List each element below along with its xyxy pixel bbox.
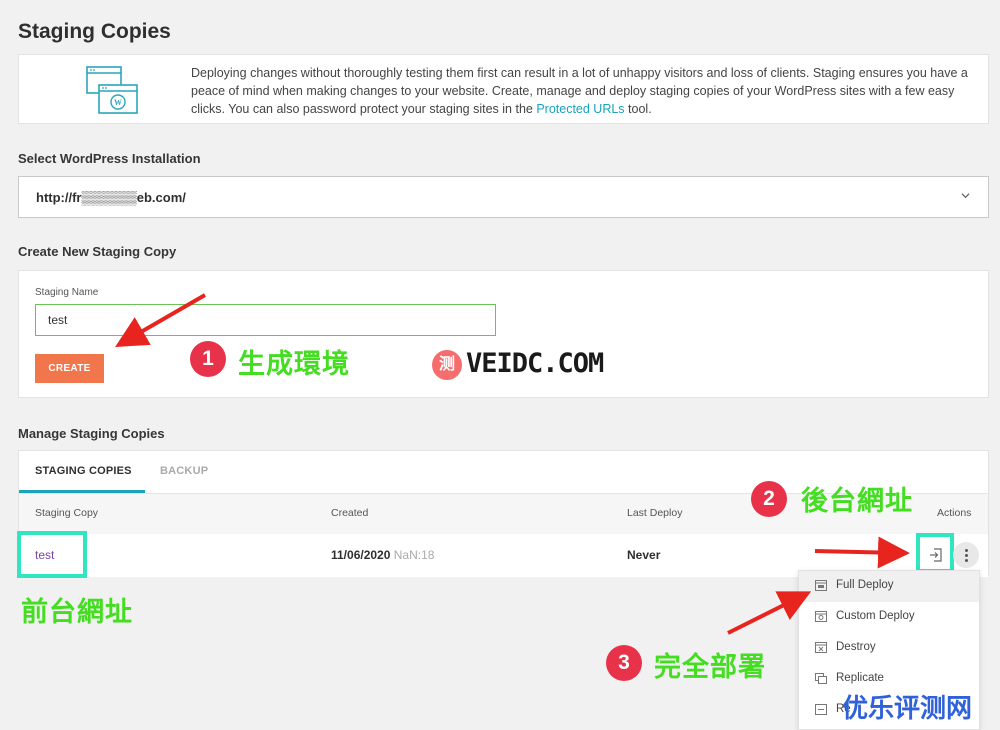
more-actions-button[interactable] — [953, 542, 979, 568]
full-deploy-icon — [815, 580, 827, 591]
destroy-icon — [815, 642, 827, 653]
column-header-staging-copy: Staging Copy — [35, 507, 99, 519]
manage-section-label: Manage Staging Copies — [18, 426, 165, 441]
replicate-icon — [815, 673, 827, 684]
svg-text:W: W — [114, 98, 122, 107]
create-button[interactable]: CREATE — [35, 354, 104, 383]
frontend-label: 前台網址 — [21, 597, 133, 627]
step-2-badge: 2 — [751, 481, 787, 517]
installation-label: Select WordPress Installation — [18, 151, 201, 166]
menu-item-custom-deploy[interactable]: Custom Deploy — [799, 602, 979, 633]
chevron-down-icon — [961, 193, 970, 199]
brand-watermark: 优乐评测网 — [842, 693, 973, 723]
menu-item-destroy[interactable]: Destroy — [799, 633, 979, 664]
protected-urls-link[interactable]: Protected URLs — [536, 102, 624, 116]
intro-description: Deploying changes without thoroughly tes… — [191, 66, 968, 116]
veidc-logo: 测 — [432, 350, 462, 380]
arrow-to-full-deploy — [727, 591, 812, 635]
admin-highlight-box — [916, 533, 954, 573]
column-header-last-deploy: Last Deploy — [627, 507, 683, 519]
column-header-created: Created — [331, 507, 369, 519]
menu-item-full-deploy[interactable]: Full Deploy — [799, 571, 979, 602]
step-3-label: 完全部署 — [654, 652, 766, 682]
step-1-label: 生成環境 — [238, 349, 350, 379]
step-3-badge: 3 — [606, 645, 642, 681]
staging-windows-icon: W — [86, 66, 138, 114]
frontend-highlight-box — [17, 531, 87, 578]
installation-selected-value: http://fr▒▒▒▒▒▒eb.com/ — [36, 190, 186, 205]
column-header-actions: Actions — [937, 507, 972, 519]
created-cell: 11/06/2020 NaN:18 — [331, 548, 435, 562]
staging-name-input[interactable] — [35, 304, 496, 336]
intro-card: W Deploying changes without thoroughly t… — [18, 54, 989, 124]
step-2-label: 後台網址 — [801, 486, 913, 516]
last-deploy-cell: Never — [627, 548, 661, 562]
custom-deploy-icon — [815, 611, 827, 622]
page-title: Staging Copies — [18, 20, 171, 43]
tab-staging-copies[interactable]: STAGING COPIES — [35, 465, 132, 477]
tab-backup[interactable]: BACKUP — [160, 465, 208, 477]
installation-select[interactable]: http://fr▒▒▒▒▒▒eb.com/ — [18, 176, 989, 218]
step-1-badge: 1 — [190, 341, 226, 377]
rename-icon — [815, 704, 827, 715]
create-section-label: Create New Staging Copy — [18, 244, 177, 259]
staging-name-label: Staging Name — [35, 287, 99, 298]
